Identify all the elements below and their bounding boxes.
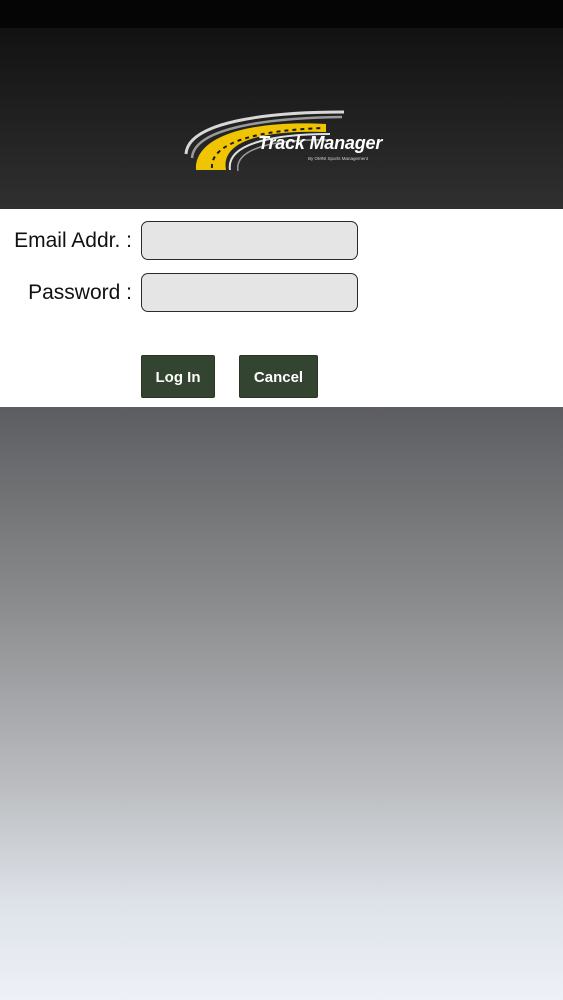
email-field[interactable] — [141, 221, 358, 260]
logo-subtitle: By OMNI Sports Management — [308, 156, 369, 161]
app-header: Track Manager By OMNI Sports Management — [0, 28, 563, 209]
password-field[interactable] — [141, 273, 358, 312]
cancel-button[interactable]: Cancel — [239, 355, 318, 398]
email-label: Email Addr. : — [14, 229, 132, 252]
login-button[interactable]: Log In — [141, 355, 215, 398]
track-manager-logo: Track Manager By OMNI Sports Management — [176, 104, 386, 176]
password-label: Password : — [28, 281, 132, 304]
login-form: Email Addr. : Password : Log In Cancel — [0, 209, 563, 407]
status-bar — [0, 0, 563, 28]
logo-title: Track Manager — [258, 133, 383, 153]
